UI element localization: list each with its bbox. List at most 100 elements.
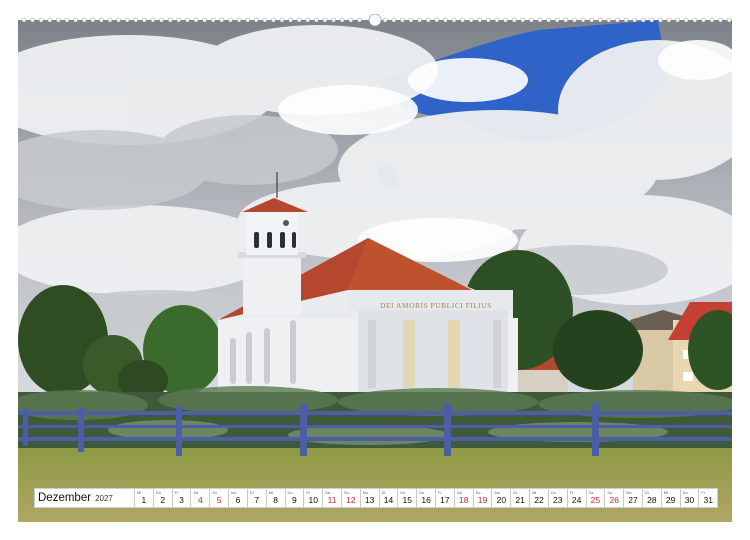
calendar-day-number: 31 <box>703 495 714 505</box>
calendar-day-number: 9 <box>292 495 297 505</box>
binding-ring <box>511 17 517 23</box>
calendar-weekday: Mo <box>362 490 369 495</box>
binding-ring <box>451 17 457 23</box>
binding-ring <box>718 17 723 23</box>
calendar-weekday: Sa <box>325 490 331 495</box>
binding-ring <box>116 17 121 23</box>
calendar-photo: DEI AMORIS PUBLICI FILIUS <box>18 20 732 522</box>
binding-ring <box>90 17 96 23</box>
binding-ring <box>460 17 465 23</box>
calendar-day-number: 20 <box>496 495 507 505</box>
binding-ring <box>615 17 620 23</box>
calendar-day: So 26 <box>604 489 623 507</box>
calendar-day-number: 29 <box>665 495 676 505</box>
binding-ring <box>150 17 156 23</box>
binding-ring <box>296 17 302 23</box>
binding-ring <box>666 17 672 23</box>
calendar-weekday: Fr <box>701 490 706 495</box>
calendar-day-number: 26 <box>609 495 619 505</box>
calendar-weekday: Di <box>381 490 386 495</box>
calendar-weekday: Fr <box>174 490 179 495</box>
binding-ring <box>305 17 311 23</box>
binding-ring <box>391 17 397 23</box>
binding-ring <box>529 17 534 23</box>
calendar-day: Mi 29 <box>660 489 680 507</box>
binding-ring <box>322 17 328 23</box>
calendar-day: Fr 31 <box>698 489 717 507</box>
calendar-weekday: Do <box>682 490 688 495</box>
calendar-weekday: So <box>212 490 218 495</box>
binding-ring <box>357 17 362 23</box>
binding-ring <box>494 17 500 23</box>
binding-ring <box>64 17 70 23</box>
binding-ring <box>99 17 104 23</box>
binding-ring <box>21 17 27 23</box>
binding-ring <box>228 17 233 23</box>
binding-ring <box>692 17 698 23</box>
calendar-day-number: 16 <box>421 495 431 505</box>
calendar-day-number: 28 <box>647 495 657 505</box>
binding-ring <box>73 17 78 23</box>
binding-ring <box>176 17 182 23</box>
binding-ring <box>503 17 508 23</box>
binding-ring <box>546 17 551 23</box>
binding-ring <box>425 17 431 23</box>
binding-ring <box>589 17 594 23</box>
binding-ring <box>331 17 336 23</box>
calendar-day-number: 23 <box>553 495 563 505</box>
binding-ring <box>563 17 569 23</box>
binding-ring <box>572 17 577 23</box>
calendar-day-number: 8 <box>273 495 278 505</box>
calendar-day-number: 13 <box>364 495 375 505</box>
calendar-day: So 19 <box>472 489 492 507</box>
binding-ring <box>279 17 285 23</box>
binding-ring <box>210 17 216 23</box>
calendar-day: Mo 20 <box>491 489 510 507</box>
calendar-day-number: 18 <box>458 495 469 505</box>
binding-ring <box>623 17 629 23</box>
calendar-weekday: Mi <box>663 490 668 495</box>
binding-ring <box>262 17 268 23</box>
binding-ring <box>124 17 130 23</box>
binding-ring <box>236 17 242 23</box>
calendar-day: Do 30 <box>679 489 699 507</box>
binding-ring <box>219 17 225 23</box>
binding-ring <box>56 17 61 23</box>
calendar-day-number: 2 <box>160 495 166 505</box>
calendar-weekday: Sa <box>588 490 594 495</box>
calendar-day-number: 30 <box>684 495 695 505</box>
calendar-weekday: Mi <box>137 490 142 495</box>
calendar-weekday: Di <box>513 490 518 495</box>
binding-ring <box>253 17 259 23</box>
binding-ring <box>202 17 207 23</box>
calendar-weekday: So <box>607 490 613 495</box>
calendar-days: Mi 1 Do 2 Fr 3 Sa 4 So 5 Mo 6 Di 7 Mi 8 Do 9 Fr 10 Sa 11 So 12 M… <box>134 489 717 507</box>
binding-ring <box>580 17 586 23</box>
calendar-day: Do 16 <box>416 489 435 507</box>
calendar-day-number: 27 <box>628 495 638 505</box>
calendar-day-number: 6 <box>235 495 241 505</box>
calendar-weekday: Sa <box>456 490 462 495</box>
binding-ring <box>382 17 388 23</box>
calendar-day: Do 2 <box>152 489 172 507</box>
binding-ring <box>658 17 663 23</box>
binding-ring <box>640 17 646 23</box>
calendar-day: Fr 10 <box>303 489 322 507</box>
calendar-weekday: Mo <box>494 490 500 495</box>
calendar-day: Di 7 <box>246 489 266 507</box>
month-name: Dezember <box>38 492 92 504</box>
calendar-day-number: 21 <box>515 495 525 505</box>
calendar-day: Mi 8 <box>265 489 285 507</box>
binding-ring <box>683 17 689 23</box>
calendar-day-number: 10 <box>308 495 318 505</box>
calendar-day: Mi 22 <box>529 489 548 507</box>
calendar-weekday: Mi <box>268 490 273 495</box>
calendar-day: Di 14 <box>378 489 398 507</box>
calendar-day-number: 4 <box>197 495 203 505</box>
calendar-weekday: Mo <box>626 490 632 495</box>
calendar-day-number: 3 <box>179 495 184 505</box>
binding-ring <box>520 17 526 23</box>
calendar-weekday: Do <box>550 490 556 495</box>
calendar-day: Sa 4 <box>190 489 209 507</box>
calendar-day-number: 7 <box>254 495 260 505</box>
